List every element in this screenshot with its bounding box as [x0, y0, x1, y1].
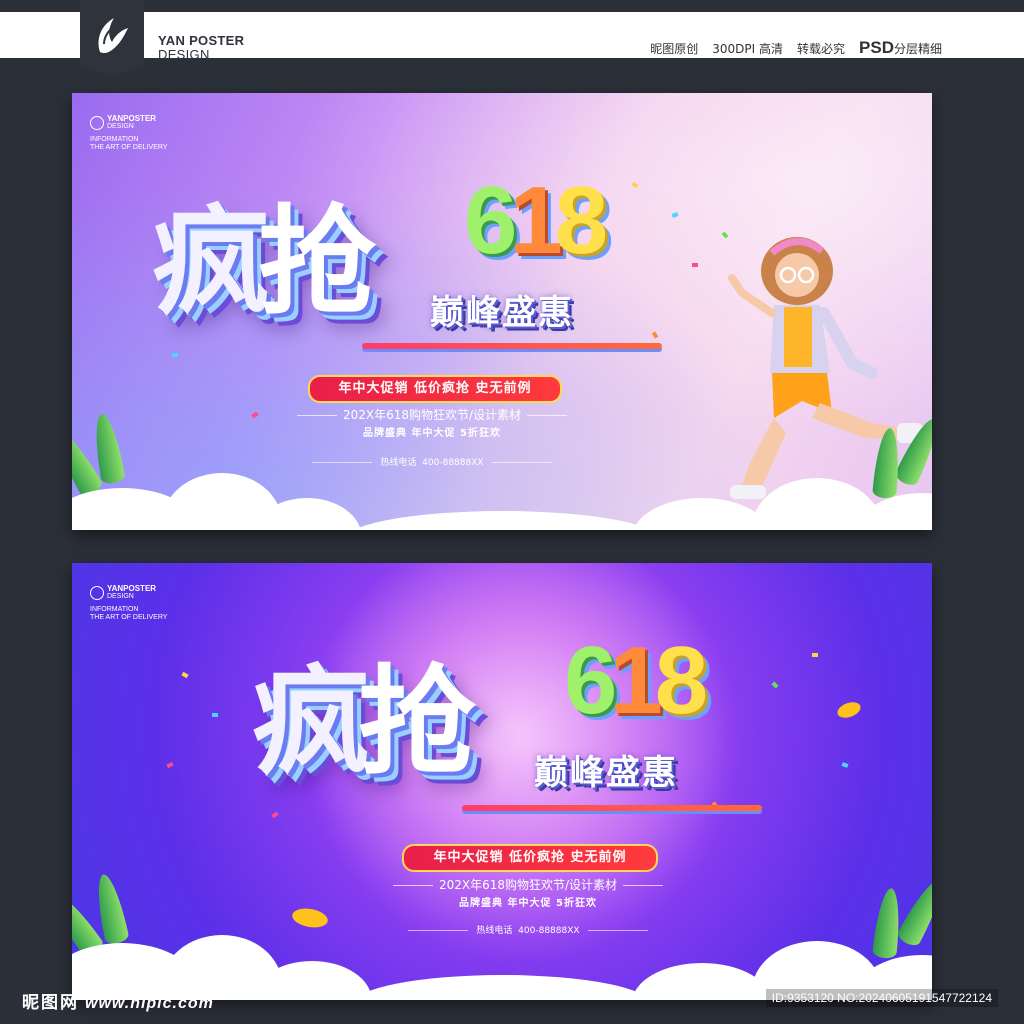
wing-logo-icon	[98, 18, 128, 54]
gold-coin-icon	[835, 699, 863, 721]
poster-mini-logo: YANPOSTER DESIGN INFORMATION THE ART OF DE…	[90, 584, 168, 621]
poster-pink: YANPOSTER DESIGN INFORMATION THE ART OF DE…	[72, 93, 932, 530]
gold-coin-icon	[290, 906, 330, 930]
promo-pill: 年中大促销 低价疯抢 史无前例	[402, 844, 658, 872]
tag-dpi: 300DPI 高清	[712, 42, 783, 56]
site-url: www.nipic.com	[85, 995, 214, 1012]
subtitle-peak-deal: 巅峰盛惠	[534, 753, 678, 793]
site-name: 昵图网	[22, 993, 79, 1013]
title-618: 618	[564, 627, 708, 734]
header-tags: 昵图原创 300DPI 高清 转载必究 PSD分层精细	[650, 38, 942, 58]
hotline: 热线电话 400-88888XX	[358, 923, 698, 936]
title-crazy-grab: 疯抢	[252, 653, 476, 791]
brand-line: 品牌盛典 年中大促 5折狂欢	[363, 428, 501, 439]
title-618: 618	[464, 167, 608, 274]
promo-pill: 年中大促销 低价疯抢 史无前例	[308, 375, 562, 403]
poster-mini-logo: YANPOSTER DESIGN INFORMATION THE ART OF DE…	[90, 114, 168, 151]
tag-original: 昵图原创	[650, 42, 699, 56]
header-bar: YAN POSTER DESIGN 昵图原创 300DPI 高清 转载必究 PS…	[0, 12, 1024, 62]
tag-psd: PSD分层精细	[859, 38, 942, 57]
event-line: 202X年618购物狂欢节/设计素材	[378, 876, 678, 893]
title-underline	[462, 805, 762, 811]
tag-copyright: 转载必究	[797, 42, 846, 56]
site-watermark: 昵图网 www.nipic.com	[22, 988, 214, 1013]
brand-name: YAN POSTER DESIGN	[158, 34, 244, 62]
image-id: ID:9353120 NO:20240605191547722124	[765, 989, 998, 1007]
event-line: 202X年618购物狂欢节/设计素材	[282, 406, 582, 423]
hotline: 热线电话 400-88888XX	[262, 455, 602, 468]
brand-line-2: DESIGN	[158, 47, 210, 62]
brand-line-1: YAN POSTER	[158, 33, 245, 48]
brand-line: 品牌盛典 年中大促 5折狂欢	[459, 898, 597, 909]
title-underline	[362, 343, 662, 349]
poster-purple: YANPOSTER DESIGN INFORMATION THE ART OF DE…	[72, 563, 932, 1000]
mini-logo-icon	[90, 586, 104, 600]
title-crazy-grab: 疯抢	[152, 193, 376, 331]
subtitle-peak-deal: 巅峰盛惠	[430, 293, 574, 333]
mini-logo-icon	[90, 116, 104, 130]
logo-badge	[80, 0, 144, 78]
